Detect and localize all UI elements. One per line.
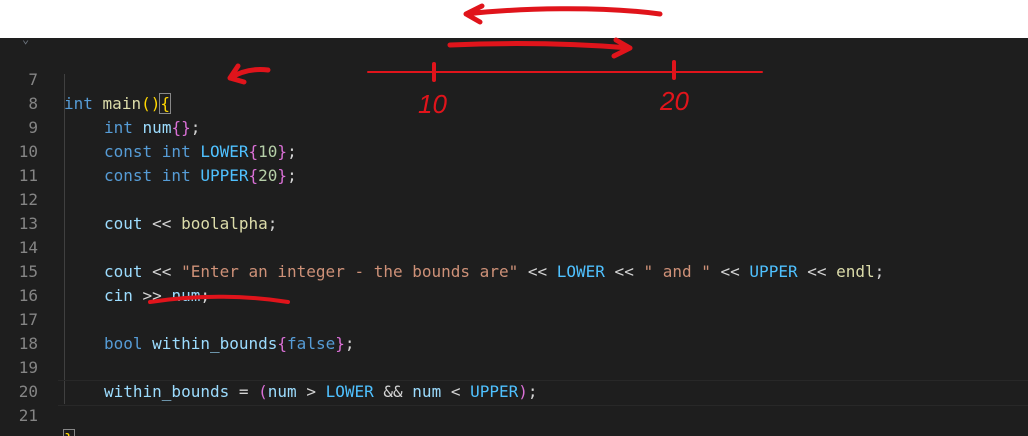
code-line[interactable]: 9 const int LOWER{10}; — [0, 92, 1028, 161]
code-line[interactable]: 13 — [0, 188, 1028, 233]
code-line[interactable]: 7 int main(){ — [0, 44, 1028, 114]
close-brace: } — [63, 429, 75, 436]
code-line[interactable]: 16 — [0, 260, 1028, 305]
code-line[interactable]: 11 — [0, 140, 1028, 185]
code-line[interactable]: 12 cout << boolalpha; — [0, 164, 1028, 233]
code-line[interactable]: 15 cin >> num; — [0, 236, 1028, 305]
code-line[interactable]: 20 — [0, 356, 1028, 401]
code-line[interactable]: 10 const int UPPER{20}; — [0, 116, 1028, 185]
code-line[interactable]: 14 cout << "Enter an integer - the bound… — [0, 212, 1028, 281]
code-line[interactable]: 17 bool within_bounds{false}; — [0, 284, 1028, 353]
line-number: 21 — [18, 406, 38, 425]
code-editor[interactable]: ⌄ 7 int main(){ 8 int num{}; 9 const int… — [0, 38, 1028, 436]
code-line[interactable]: 18 — [0, 308, 1028, 353]
code-line[interactable]: 19 within_bounds = (num > LOWER && num <… — [0, 332, 1028, 401]
code-text: } — [63, 428, 75, 436]
code-line[interactable]: 8 int num{}; — [0, 68, 1028, 137]
top-blank-area — [0, 0, 1028, 38]
code-line[interactable]: 21 } — [0, 380, 1028, 436]
